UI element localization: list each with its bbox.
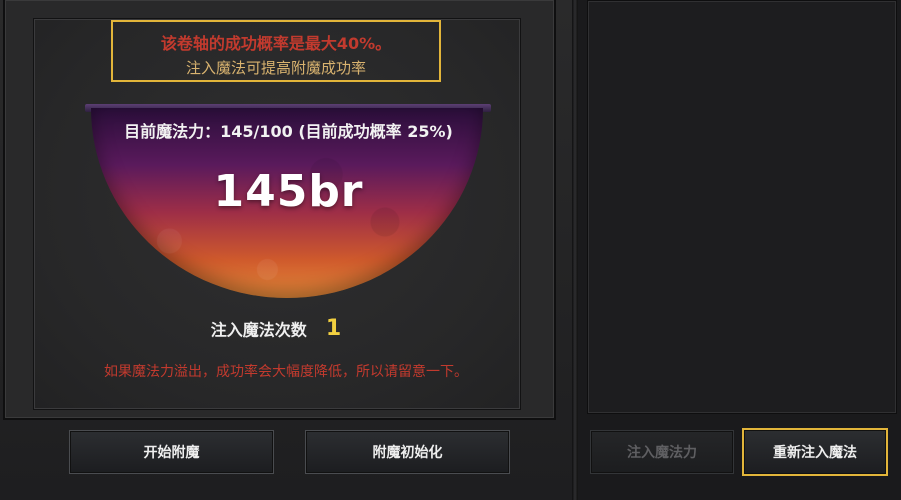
inject-count-value: 1 bbox=[325, 316, 342, 341]
inject-mana-button[interactable]: 注入魔法力 bbox=[590, 430, 734, 474]
right-empty-panel bbox=[587, 0, 897, 414]
scroll-hint-box: 该卷轴的成功概率是最大40%。 注入魔法可提高附魔成功率 bbox=[111, 20, 441, 82]
inject-mana-hint: 注入魔法可提高附魔成功率 bbox=[185, 59, 366, 77]
panel-divider bbox=[572, 0, 578, 500]
reinject-mana-button[interactable]: 重新注入魔法 bbox=[742, 428, 888, 476]
inject-count-label: 注入魔法次数 bbox=[210, 320, 307, 340]
max-success-hint: 该卷轴的成功概率是最大40%。 bbox=[160, 34, 392, 53]
mana-amount: 145br bbox=[213, 166, 364, 217]
start-enchant-button[interactable]: 开始附魔 bbox=[69, 430, 274, 474]
current-mana-status: 目前魔法力：145/100 (目前成功概率 25%) bbox=[124, 122, 453, 141]
inject-count-row: 注入魔法次数 1 bbox=[0, 316, 552, 341]
reset-enchant-button[interactable]: 附魔初始化 bbox=[305, 430, 510, 474]
overflow-warning: 如果魔法力溢出，成功率会大幅度降低，所以请留意一下。 bbox=[104, 364, 468, 380]
